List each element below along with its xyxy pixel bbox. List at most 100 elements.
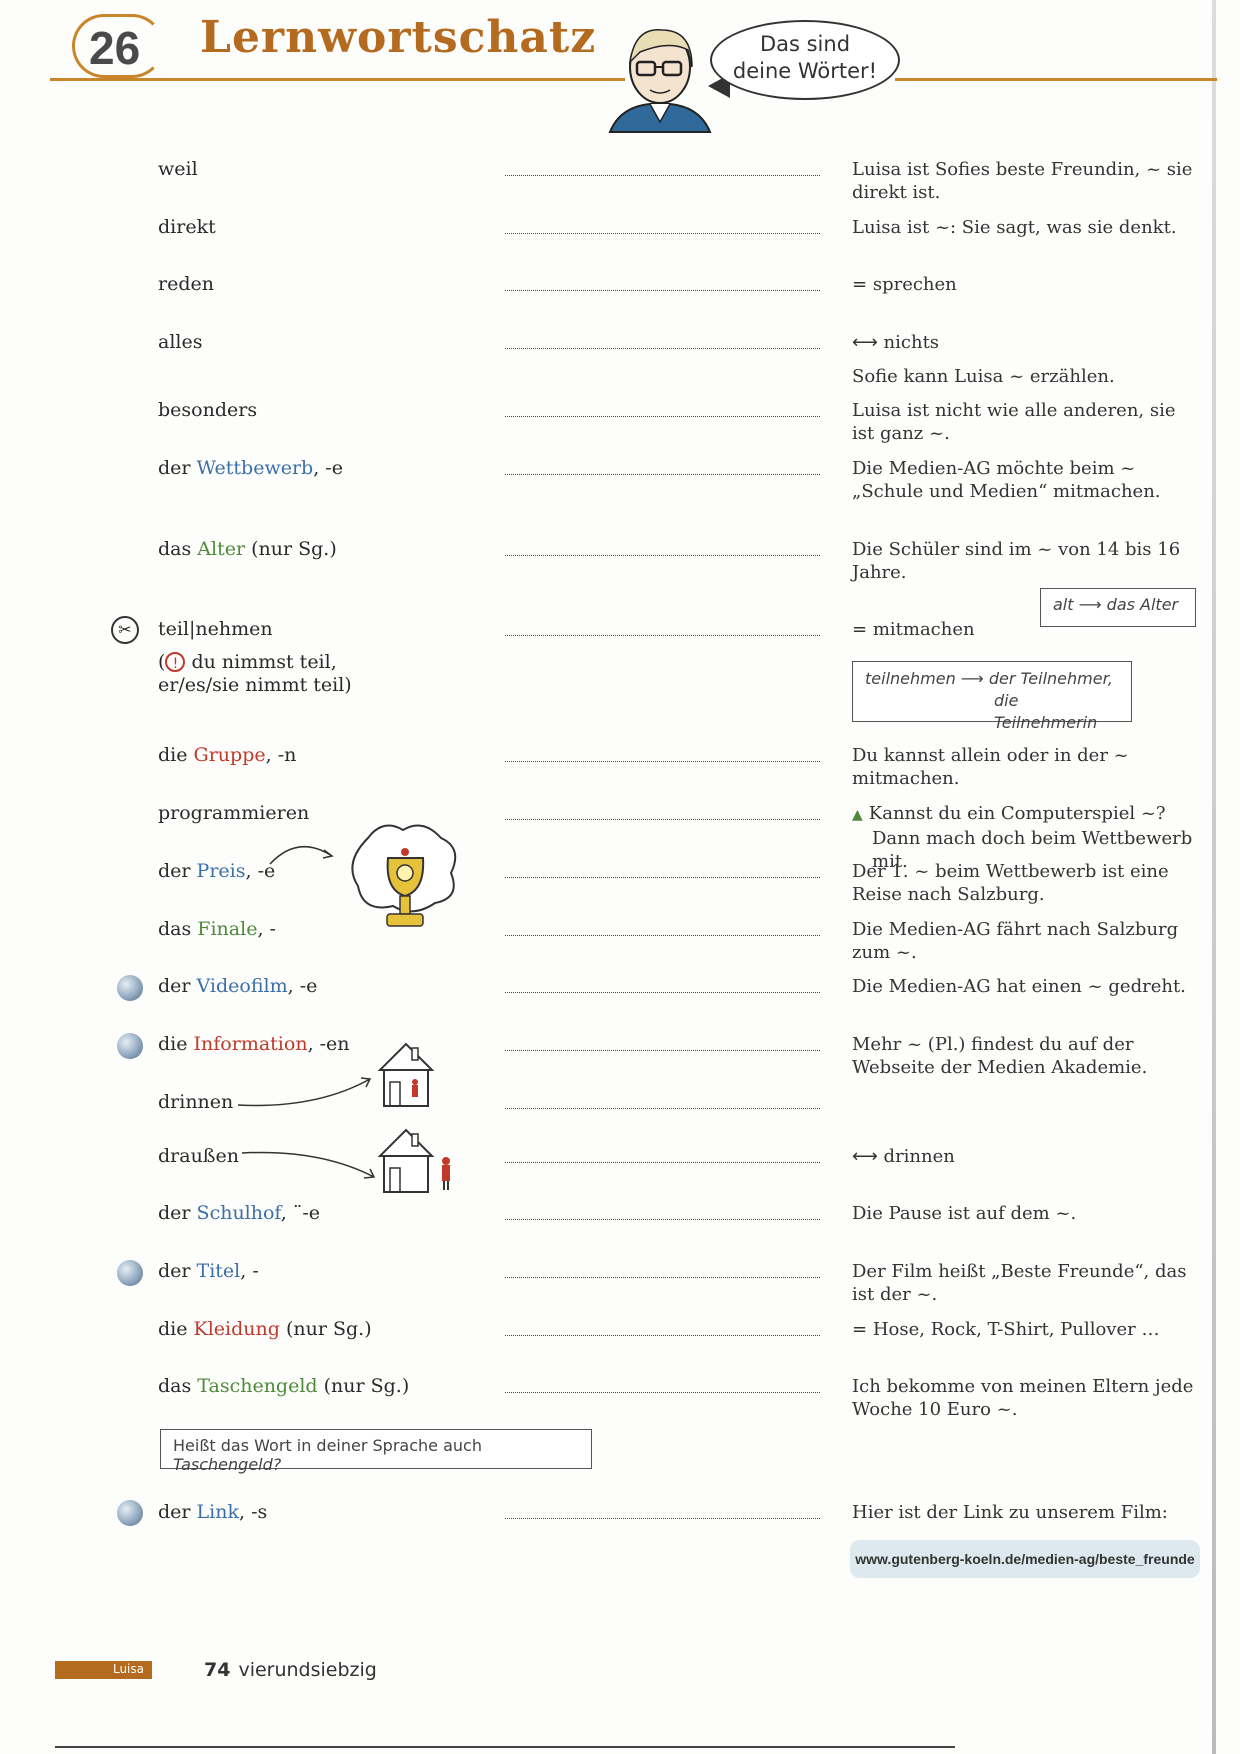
hint-to: der Teilnehmer, <box>988 669 1113 688</box>
article: der <box>158 1260 191 1282</box>
chapter-badge: 26 <box>72 14 164 78</box>
vocab-term: die Gruppe, -n <box>158 744 296 767</box>
arrow-right-icon: ⟶ <box>1078 595 1102 614</box>
vocab-term: der Titel, - <box>158 1260 259 1283</box>
example-sentence: Die Pause ist auf dem ~. <box>852 1203 1077 1224</box>
speech-bubble: Das sind deine Wörter! <box>710 20 900 100</box>
answer-line[interactable] <box>505 992 820 993</box>
example-text: sprechen <box>872 274 957 295</box>
international-word-globe-icon <box>117 1260 143 1286</box>
article: der <box>158 457 191 479</box>
vocab-term: der Link, -s <box>158 1501 267 1524</box>
vocab-term: alles <box>158 331 203 353</box>
answer-line[interactable] <box>505 1219 820 1220</box>
answer-line[interactable] <box>505 1335 820 1336</box>
page-number-digits: 74 <box>204 1659 231 1681</box>
answer-line[interactable] <box>505 761 820 762</box>
arrow-to-trophy-icon <box>269 845 334 865</box>
header-rule-right <box>895 78 1217 81</box>
house-person-outside-icon <box>377 1128 450 1193</box>
answer-line[interactable] <box>505 233 820 234</box>
attention-icon: ! <box>165 652 186 672</box>
vocab-term: draußen <box>158 1145 239 1167</box>
example-sentence: Die Medien-AG hat einen ~ gedreht. <box>852 976 1186 997</box>
example-sentence: ⟷ nichts <box>852 331 1202 354</box>
vocab-term: die Information, -en <box>158 1033 350 1056</box>
answer-line[interactable] <box>505 819 820 820</box>
answer-line[interactable] <box>505 1277 820 1278</box>
example-sentence: Luisa ist Sofies beste Freundin, ~ sie d… <box>852 159 1193 203</box>
example-sentence: Die Medien-AG möchte beim ~ „Schule und … <box>852 458 1161 502</box>
article: das <box>158 918 192 940</box>
separable-verb-scissors-icon: ✂ <box>111 616 139 644</box>
vocab-term: weil <box>158 158 198 180</box>
answer-line[interactable] <box>505 935 820 936</box>
noun: Videofilm <box>196 975 288 997</box>
example-sentence: = mitmachen <box>852 618 1202 641</box>
house-person-inside-icon <box>377 1042 435 1107</box>
page-edge <box>1212 0 1216 1754</box>
arrow-right-icon: ⟶ <box>960 669 984 688</box>
answer-line[interactable] <box>505 1518 820 1519</box>
footer-tab: Luisa <box>55 1661 152 1679</box>
answer-line[interactable] <box>505 635 820 636</box>
bottom-rule <box>55 1746 955 1748</box>
hint-to: das Alter <box>1106 595 1179 614</box>
answer-line[interactable] <box>505 290 820 291</box>
noun: Information <box>193 1033 308 1055</box>
page-number: 74 vierundsiebzig <box>204 1659 377 1681</box>
plural-suffix: , -e <box>313 457 343 479</box>
note-line: du nimmst teil, <box>191 651 337 673</box>
article: der <box>158 860 191 882</box>
noun: Link <box>196 1501 239 1523</box>
example-sentence: Ich bekomme von meinen Eltern jede Woche… <box>852 1376 1194 1420</box>
answer-line[interactable] <box>505 474 820 475</box>
international-word-globe-icon <box>117 1500 143 1526</box>
article: das <box>158 1375 192 1397</box>
vocab-term: reden <box>158 273 214 295</box>
page-title: Lernwortschatz <box>200 12 597 63</box>
noun: Titel <box>196 1260 241 1282</box>
example-sentence: Die Schüler sind im ~ von 14 bis 16 Jahr… <box>852 539 1181 583</box>
article: das <box>158 538 192 560</box>
answer-line[interactable] <box>505 877 820 878</box>
answer-line[interactable] <box>505 348 820 349</box>
example-sentence: Die Medien-AG fährt nach Salzburg zum ~. <box>852 919 1179 963</box>
plural-suffix: , -en <box>307 1033 350 1055</box>
example-text: nichts <box>883 332 940 353</box>
example-sentence: = sprechen <box>852 273 1202 296</box>
plural-suffix: , - <box>240 1260 259 1282</box>
vocab-term: das Alter (nur Sg.) <box>158 538 337 561</box>
vocab-term: der Preis, -e <box>158 860 275 883</box>
article: der <box>158 1501 191 1523</box>
hint-word: Taschengeld? <box>173 1455 282 1474</box>
hint-from: teilnehmen <box>865 669 956 688</box>
answer-line[interactable] <box>505 1050 820 1051</box>
noun: Gruppe <box>193 744 266 766</box>
answer-line[interactable] <box>505 416 820 417</box>
equals-symbol: = <box>852 274 868 295</box>
plural-suffix: , - <box>257 918 276 940</box>
hint-text: Heißt das Wort in deiner Sprache auch <box>173 1436 482 1455</box>
example-sentence: Luisa ist ~: Sie sagt, was sie denkt. <box>852 217 1177 238</box>
answer-line[interactable] <box>505 1162 820 1163</box>
vocab-term: drinnen <box>158 1091 234 1113</box>
vocab-term: die Kleidung (nur Sg.) <box>158 1318 372 1341</box>
vocab-term: besonders <box>158 399 258 421</box>
article: die <box>158 744 188 766</box>
answer-line[interactable] <box>505 1392 820 1393</box>
noun: Finale <box>197 918 258 940</box>
example-text: drinnen <box>883 1146 955 1167</box>
answer-line[interactable] <box>505 1108 820 1109</box>
vocab-term: direkt <box>158 216 216 238</box>
opposite-arrow-icon: ⟷ <box>852 332 878 353</box>
noun: Alter <box>197 538 246 560</box>
example-sentence: Luisa ist nicht wie alle anderen, sie is… <box>852 400 1176 444</box>
answer-line[interactable] <box>505 175 820 176</box>
film-link[interactable]: www.gutenberg-koeln.de/medien-ag/beste_f… <box>850 1540 1200 1578</box>
noun: Taschengeld <box>197 1375 318 1397</box>
answer-line[interactable] <box>505 555 820 556</box>
hint-from: alt <box>1053 595 1074 614</box>
hint-teilnehmen: teilnehmen ⟶ der Teilnehmer, die Teilneh… <box>852 661 1132 732</box>
opposite-arrow-icon: ⟷ <box>852 1146 878 1167</box>
